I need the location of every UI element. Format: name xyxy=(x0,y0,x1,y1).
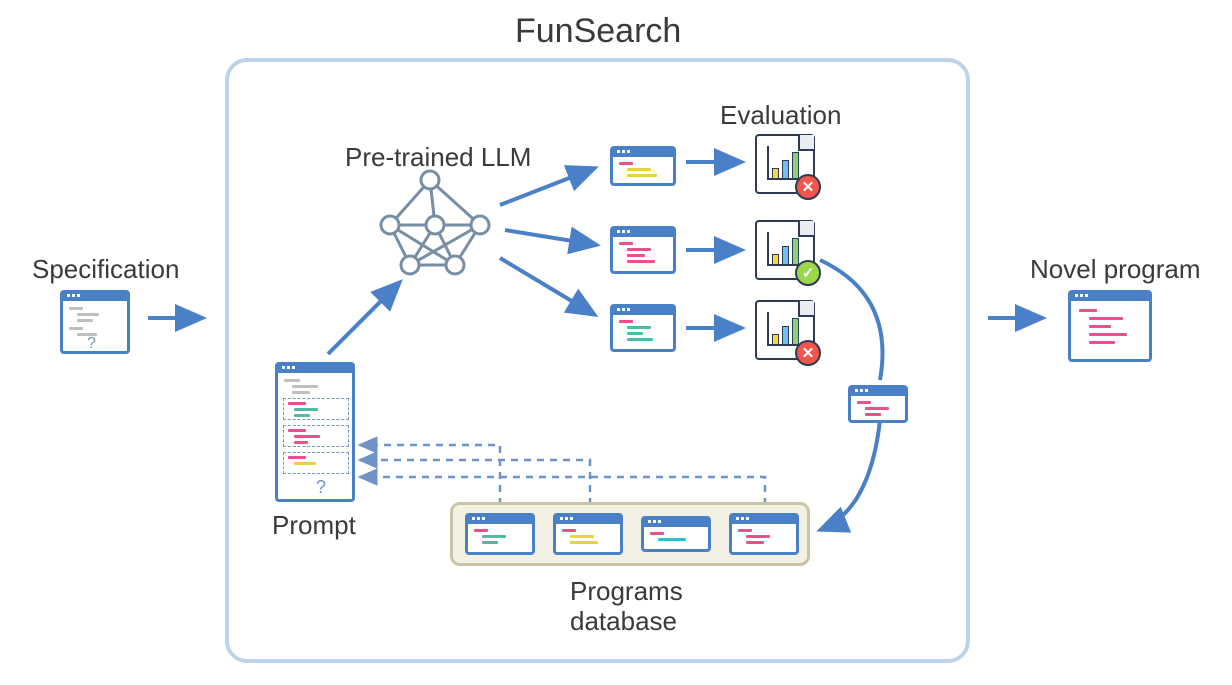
candidate-program-2 xyxy=(610,226,676,274)
prompt-card: ? xyxy=(275,362,355,502)
evaluation-result-2: ✓ xyxy=(755,220,815,280)
prompt-label: Prompt xyxy=(272,510,356,541)
evaluation-result-1: ✕ xyxy=(755,134,815,194)
specification-label: Specification xyxy=(32,254,179,285)
novel-program-card xyxy=(1068,290,1152,362)
pretrained-llm-label: Pre-trained LLM xyxy=(345,142,531,173)
winning-program-card xyxy=(848,385,908,423)
diagram-title: FunSearch xyxy=(515,12,681,51)
candidate-program-1 xyxy=(610,146,676,186)
evaluation-result-3: ✕ xyxy=(755,300,815,360)
evaluation-label: Evaluation xyxy=(720,100,841,131)
programs-database-label-1: Programs xyxy=(570,576,683,607)
db-program-1 xyxy=(465,513,535,555)
specification-card: ? xyxy=(60,290,130,354)
funsearch-box xyxy=(225,58,970,663)
candidate-program-3 xyxy=(610,304,676,352)
novel-program-label: Novel program xyxy=(1030,254,1201,285)
db-program-2 xyxy=(553,513,623,555)
programs-database-label-2: database xyxy=(570,606,677,637)
db-program-4 xyxy=(729,513,799,555)
db-program-3 xyxy=(641,516,711,552)
